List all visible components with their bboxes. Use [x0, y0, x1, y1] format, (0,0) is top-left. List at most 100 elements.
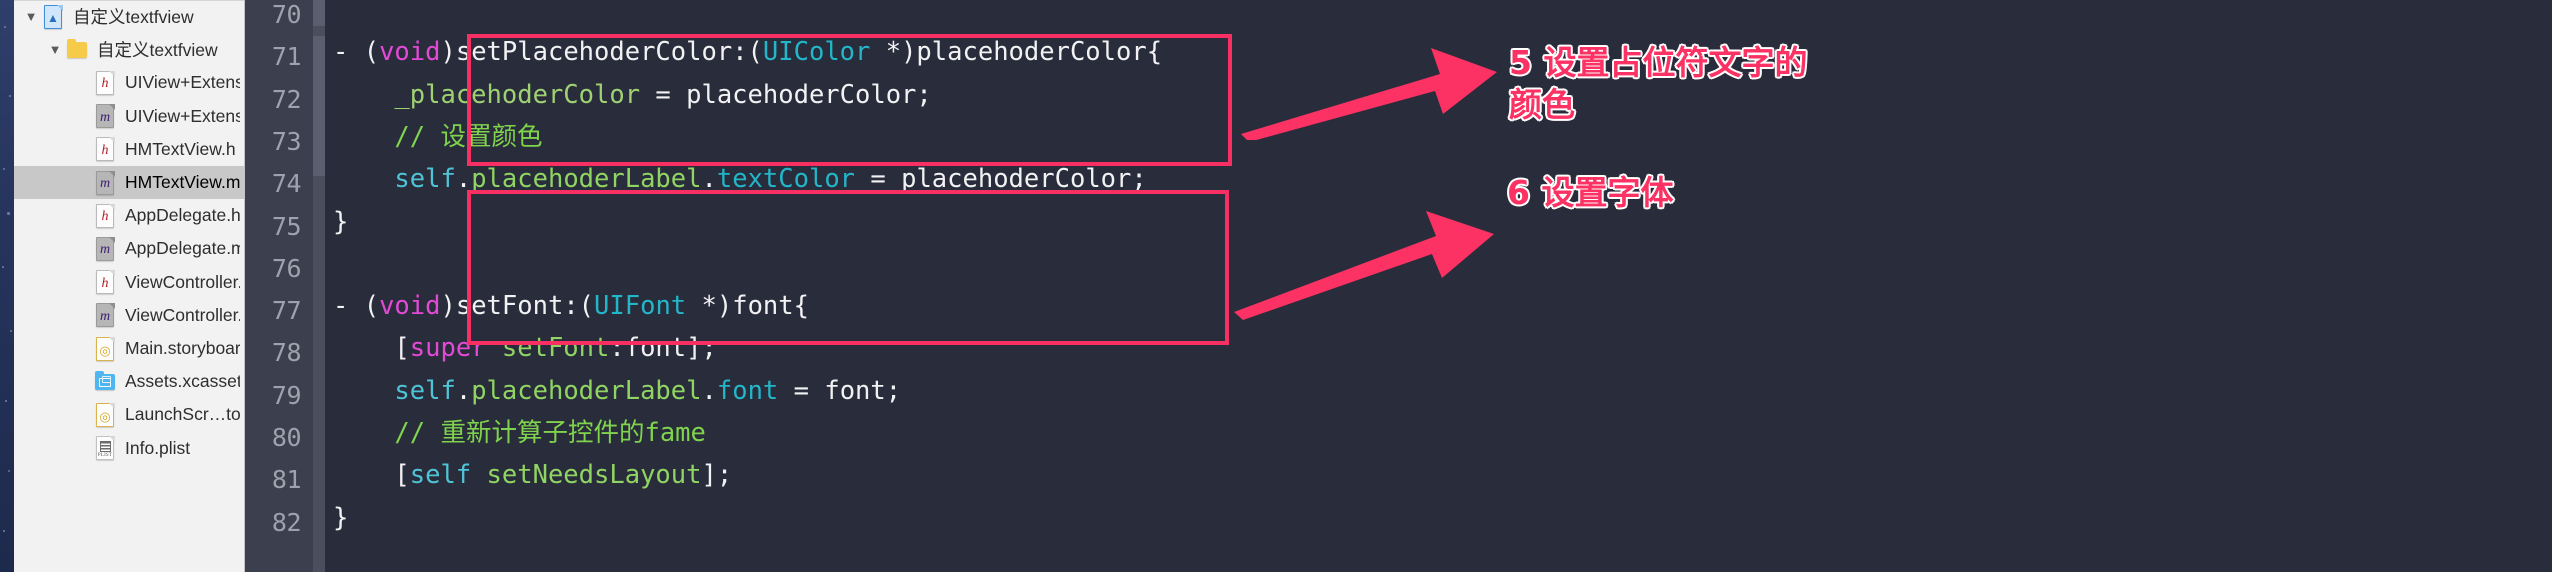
navigator-row-11[interactable]: ▼Assets.xcassets	[14, 365, 244, 398]
code-token: placehoderLabel	[471, 164, 702, 195]
assets-catalog-icon	[94, 369, 116, 395]
navigator-row-8[interactable]: ▼hViewController.h	[14, 266, 244, 299]
navigator-row-13[interactable]: ▼PLISTInfo.plist	[14, 432, 244, 465]
navigator-item-label: UIView+Extension.m	[125, 105, 240, 126]
code-token: = placehoderColor;	[640, 79, 932, 110]
code-line-79[interactable]: self.placehoderLabel.font = font;	[333, 375, 902, 406]
navigator-row-1[interactable]: ▼ 自定义textfview	[14, 33, 244, 66]
code-token: .	[455, 375, 472, 406]
navigator-item-label: UIView+Extension.h	[125, 72, 240, 93]
code-folding-ribbon[interactable]	[313, 0, 325, 572]
objc-file-icon: m	[94, 302, 116, 328]
navigator-row-2[interactable]: ▼hUIView+Extension.h	[14, 66, 244, 99]
line-number-82: 82	[271, 507, 302, 537]
disclosure-triangle-icon[interactable]: ▼	[44, 43, 66, 56]
navigator-item-label: 自定义textfview	[73, 7, 194, 28]
annotation-label-5: 5 设置占位符文字的 颜色	[1509, 43, 1808, 125]
navigator-row-5[interactable]: ▼mHMTextView.m	[14, 166, 244, 200]
navigator-row-6[interactable]: ▼hAppDelegate.h	[14, 199, 244, 232]
line-number-71: 71	[271, 42, 302, 72]
code-token: self	[394, 164, 456, 195]
code-token: placehoderLabel	[471, 375, 702, 406]
plist-file-icon: PLIST	[94, 435, 116, 461]
code-token: = placehoderColor;	[855, 164, 1147, 195]
navigator-item-label: ViewController.m	[125, 304, 240, 325]
navigator-row-9[interactable]: ▼mViewController.m	[14, 299, 244, 332]
code-token: .	[701, 375, 717, 406]
line-number-70: 70	[271, 0, 302, 29]
navigator-item-label: HMTextView.h	[125, 138, 236, 159]
code-token: :font];	[609, 333, 717, 364]
code-token: *)placehoderColor{	[870, 37, 1163, 68]
navigator-item-label: AppDelegate.m	[125, 238, 240, 259]
storyboard-file-icon: ◎	[94, 336, 116, 362]
navigator-row-3[interactable]: ▼mUIView+Extension.m	[14, 100, 244, 133]
code-token: // 重新计算子控件的fame	[394, 418, 706, 448]
disclosure-triangle-icon[interactable]: ▼	[20, 10, 42, 23]
objc-file-icon: m	[94, 103, 116, 129]
header-file-icon: h	[94, 136, 116, 162]
line-number-79: 79	[271, 380, 302, 410]
code-token: self	[394, 375, 456, 406]
navigator-row-10[interactable]: ▼◎Main.storyboard	[14, 332, 244, 365]
code-token: )setFont:(	[440, 291, 595, 322]
code-token: _placehoderColor	[394, 79, 641, 110]
navigator-item-label: Assets.xcassets	[125, 371, 240, 392]
code-line-80[interactable]: // 重新计算子控件的fame	[333, 418, 706, 448]
code-token: void	[379, 37, 441, 68]
code-line-75[interactable]: }	[333, 206, 349, 237]
code-line-82[interactable]: }	[333, 502, 349, 533]
code-line-72[interactable]: _placehoderColor = placehoderColor;	[333, 79, 932, 110]
desktop-wallpaper-edge	[0, 0, 14, 572]
annotation-label-6: 6 设置字体	[1507, 173, 1674, 212]
navigator-row-4[interactable]: ▼hHMTextView.h	[14, 133, 244, 166]
line-number-73: 73	[271, 126, 302, 156]
code-line-78[interactable]: [super setFont:font];	[333, 333, 717, 364]
navigator-row-0[interactable]: ▼ ▲ 自定义textfview	[14, 0, 244, 33]
line-number-77: 77	[271, 296, 302, 326]
folder-icon	[66, 37, 88, 63]
navigator-item-label: 自定义textfview	[97, 40, 218, 61]
navigator-item-label: LaunchScr…toryboard	[125, 404, 240, 425]
code-token: }	[333, 206, 349, 237]
code-line-74[interactable]: self.placehoderLabel.textColor = placeho…	[333, 164, 1147, 195]
code-token: super	[409, 333, 487, 364]
code-token: setNeedsLayout	[486, 460, 702, 491]
code-token: (	[363, 37, 380, 68]
navigator-item-label: HMTextView.m	[125, 172, 240, 193]
line-number-80: 80	[271, 423, 302, 452]
navigator-row-7[interactable]: ▼mAppDelegate.m	[14, 232, 244, 265]
line-number-gutter: 70 71 72 73 74 75 76 77 78 79 80 81 82	[245, 0, 313, 572]
header-file-icon: h	[94, 203, 116, 229]
line-number-72: 72	[271, 84, 302, 114]
code-token: UIColor	[762, 37, 871, 68]
code-token: UIFont	[594, 291, 687, 322]
code-token: ];	[701, 460, 733, 491]
code-token: (	[363, 291, 380, 322]
code-text[interactable]: - (void)setPlacehoderColor:(UIColor *)pl…	[325, 0, 2552, 572]
source-editor[interactable]: 70 71 72 73 74 75 76 77 78 79 80 81 82 - (void)setPl…	[245, 0, 2552, 572]
code-line-81[interactable]: [self setNeedsLayout];	[333, 460, 733, 491]
code-token: -	[333, 291, 364, 322]
line-number-76: 76	[271, 253, 302, 283]
navigator-item-label: ViewController.h	[125, 271, 240, 292]
navigator-item-label: Main.storyboard	[125, 338, 240, 359]
code-line-73[interactable]: // 设置颜色	[333, 121, 543, 152]
line-number-74: 74	[271, 169, 302, 199]
code-token: )setPlacehoderColor:(	[440, 37, 763, 68]
code-line-77[interactable]: - (void)setFont:(UIFont *)font{	[333, 291, 809, 322]
code-token: font	[716, 375, 779, 406]
header-file-icon: h	[94, 269, 116, 295]
code-token: = font;	[778, 375, 902, 406]
navigator-row-12[interactable]: ▼◎LaunchScr…toryboard	[14, 398, 244, 431]
code-line-71[interactable]: - (void)setPlacehoderColor:(UIColor *)pl…	[333, 37, 1163, 68]
code-token: }	[333, 502, 349, 533]
code-token: // 设置颜色	[394, 121, 543, 152]
project-navigator[interactable]: ▼▲自定义textfview▼自定义textfview▼hUIView+Exte…	[14, 0, 245, 572]
